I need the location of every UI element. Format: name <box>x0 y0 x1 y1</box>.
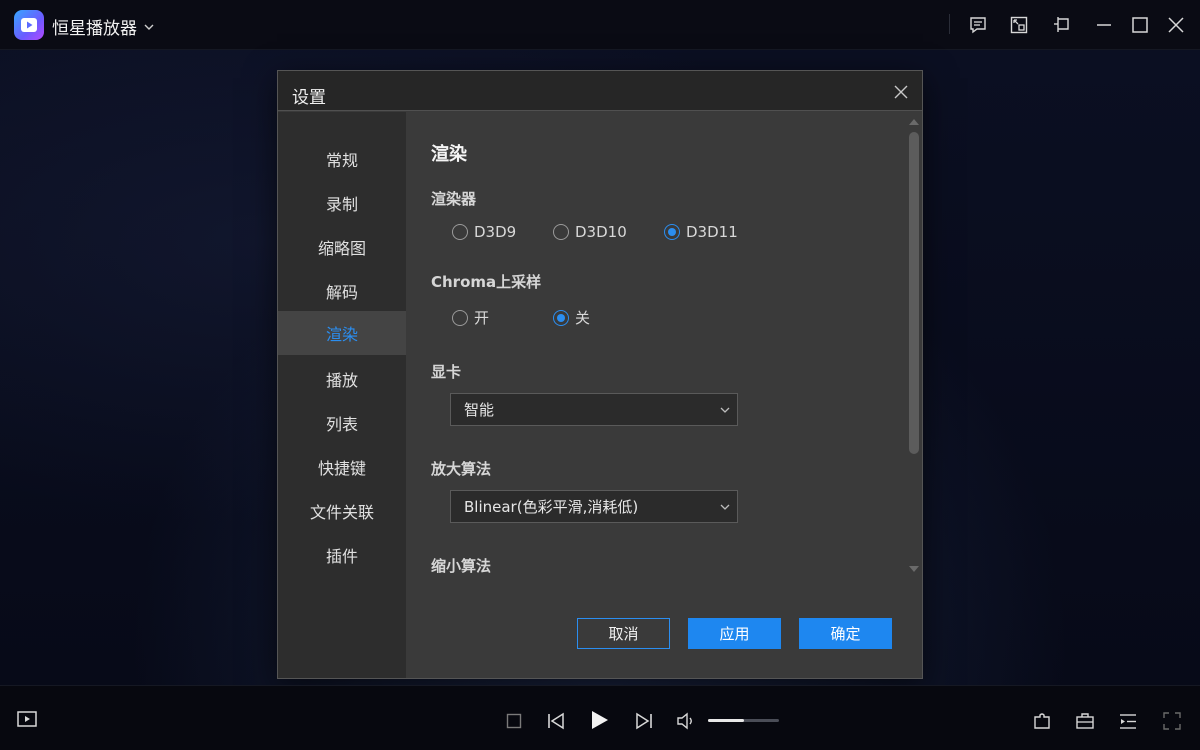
radio-indicator <box>664 224 680 240</box>
feedback-icon <box>970 17 986 34</box>
title-bar: 恒星播放器 <box>0 0 1200 50</box>
maximize-button[interactable] <box>1127 12 1153 38</box>
renderer-label: 渲染器 <box>431 190 477 208</box>
volume-icon <box>677 712 692 730</box>
nav-item-thumbnail[interactable]: 缩略图 <box>278 225 406 269</box>
dialog-title: 设置 <box>292 88 326 108</box>
close-icon <box>894 85 908 99</box>
toolbox-icon <box>1076 713 1094 729</box>
ok-button[interactable]: 确定 <box>799 618 892 649</box>
radio-d3d11[interactable]: D3D11 <box>664 223 738 241</box>
maximize-icon <box>1132 17 1148 33</box>
chevron-down-icon <box>720 407 730 413</box>
settings-content: 渲染 渲染器 D3D9 D3D10 D3D11 Chroma上采样 开 关 显卡… <box>406 112 922 678</box>
app-title: 恒星播放器 <box>52 19 137 39</box>
apply-button[interactable]: 应用 <box>688 618 781 649</box>
mini-mode-button[interactable] <box>1006 12 1032 38</box>
minimize-button[interactable] <box>1091 12 1117 38</box>
playlist-toggle-button[interactable] <box>15 708 39 730</box>
feedback-button[interactable] <box>965 12 991 38</box>
volume-level <box>708 719 744 722</box>
scroll-up-icon[interactable] <box>908 117 920 127</box>
section-title: 渲染 <box>431 144 467 165</box>
settings-scrollbar[interactable] <box>906 112 922 592</box>
nav-item-decoding[interactable]: 解码 <box>278 269 406 313</box>
media-library-icon <box>17 711 37 727</box>
stop-button[interactable] <box>505 712 523 730</box>
radio-indicator <box>452 309 468 326</box>
nav-item-file-association[interactable]: 文件关联 <box>278 489 406 533</box>
dialog-header: 设置 <box>278 71 922 111</box>
nav-item-recording[interactable]: 录制 <box>278 181 406 225</box>
pin-icon <box>1054 17 1069 32</box>
nav-item-playlist[interactable]: 列表 <box>278 401 406 445</box>
gpu-select[interactable]: 智能 <box>450 393 738 426</box>
radio-chroma-on[interactable]: 开 <box>452 307 489 328</box>
mute-button[interactable] <box>675 710 697 732</box>
nav-item-playback[interactable]: 播放 <box>278 357 406 401</box>
volume-slider[interactable] <box>708 719 779 722</box>
minimize-icon <box>1097 24 1111 26</box>
chevron-down-icon <box>720 504 730 510</box>
play-icon <box>592 711 608 729</box>
upscale-select[interactable]: Blinear(色彩平滑,消耗低) <box>450 490 738 523</box>
skip-next-icon <box>636 712 652 730</box>
scroll-down-icon[interactable] <box>908 564 920 574</box>
playlist-icon <box>1120 714 1136 729</box>
scroll-thumb[interactable] <box>909 132 919 454</box>
radio-indicator <box>452 224 468 240</box>
radio-d3d10[interactable]: D3D10 <box>553 223 627 241</box>
tools-button[interactable] <box>1031 710 1053 732</box>
settings-sidebar: 常规 录制 缩略图 解码 渲染 播放 列表 快捷键 文件关联 插件 <box>278 112 406 678</box>
settings-dialog: 设置 常规 录制 缩略图 解码 渲染 播放 列表 快捷键 文件关联 插件 渲染 … <box>277 70 923 679</box>
playlist-button[interactable] <box>1117 710 1139 732</box>
control-bar <box>0 685 1200 750</box>
puzzle-icon <box>1034 713 1050 729</box>
radio-d3d9[interactable]: D3D9 <box>452 223 516 241</box>
next-button[interactable] <box>633 710 655 732</box>
close-icon <box>1168 17 1184 33</box>
pin-on-top-button[interactable] <box>1049 12 1075 38</box>
play-button[interactable] <box>587 708 611 732</box>
gpu-label: 显卡 <box>431 363 462 381</box>
downscale-label: 缩小算法 <box>431 557 492 575</box>
toolbox-button[interactable] <box>1074 710 1096 732</box>
nav-item-general[interactable]: 常规 <box>278 137 406 181</box>
chevron-down-icon <box>144 24 154 30</box>
app-logo-icon <box>14 10 44 40</box>
radio-chroma-off[interactable]: 关 <box>553 307 590 328</box>
close-window-button[interactable] <box>1163 12 1189 38</box>
cancel-button[interactable]: 取消 <box>577 618 670 649</box>
fullscreen-icon <box>1163 712 1181 730</box>
radio-indicator <box>553 224 569 240</box>
upscale-label: 放大算法 <box>431 460 492 478</box>
title-bar-divider <box>949 14 950 34</box>
radio-indicator <box>553 309 569 326</box>
app-menu-button[interactable]: 恒星播放器 <box>52 14 155 39</box>
fullscreen-button[interactable] <box>1161 710 1183 732</box>
chroma-label: Chroma上采样 <box>431 273 542 291</box>
picture-in-picture-icon <box>1010 16 1028 34</box>
skip-previous-icon <box>548 712 564 730</box>
dialog-close-button[interactable] <box>890 81 912 103</box>
nav-item-plugins[interactable]: 插件 <box>278 533 406 577</box>
nav-item-shortcuts[interactable]: 快捷键 <box>278 445 406 489</box>
stop-icon <box>506 713 522 729</box>
nav-item-rendering[interactable]: 渲染 <box>278 311 406 355</box>
previous-button[interactable] <box>545 710 567 732</box>
